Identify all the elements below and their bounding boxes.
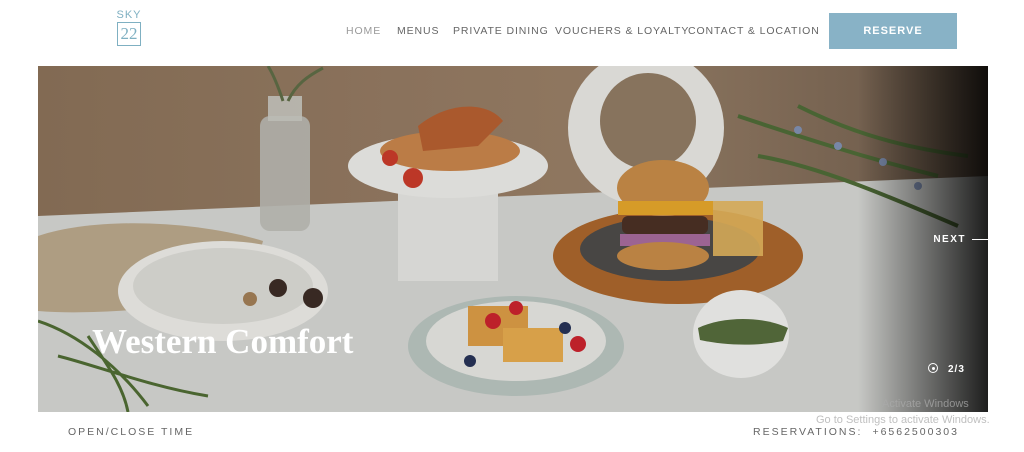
sky22-logo[interactable]: SKY 22: [114, 10, 144, 50]
activation-subtitle: Go to Settings to activate Windows.: [816, 414, 990, 426]
next-line-icon: [972, 238, 988, 240]
logo-text-22: 22: [117, 22, 141, 46]
slide-counter-text: 2/3: [948, 364, 965, 375]
nav-vouchers-loyalty[interactable]: VOUCHERS & LOYALTY: [555, 25, 689, 37]
activation-title: Activate Windows: [882, 398, 969, 410]
nav-private-dining[interactable]: PRIVATE DINING: [453, 25, 549, 37]
hero-title: Western Comfort: [92, 322, 354, 361]
open-close-time-link[interactable]: OPEN/CLOSE TIME: [68, 426, 194, 438]
windows-activation-watermark: Activate Windows Go to Settings to activ…: [816, 396, 990, 428]
reserve-button[interactable]: RESERVE: [829, 13, 957, 49]
logo-text-sky: SKY: [116, 9, 142, 21]
site-header: SKY 22 HOME MENUS PRIVATE DINING VOUCHER…: [0, 0, 1024, 64]
nav-contact-location[interactable]: CONTACT & LOCATION: [688, 25, 820, 37]
hero-slider: Western Comfort NEXT 2/3: [38, 66, 988, 412]
next-label: NEXT: [933, 234, 966, 245]
slide-counter: 2/3: [928, 363, 965, 375]
nav-menus[interactable]: MENUS: [397, 25, 439, 37]
slide-indicator-icon[interactable]: [928, 363, 938, 373]
next-slide-button[interactable]: NEXT: [933, 234, 988, 248]
nav-home[interactable]: HOME: [346, 25, 381, 37]
